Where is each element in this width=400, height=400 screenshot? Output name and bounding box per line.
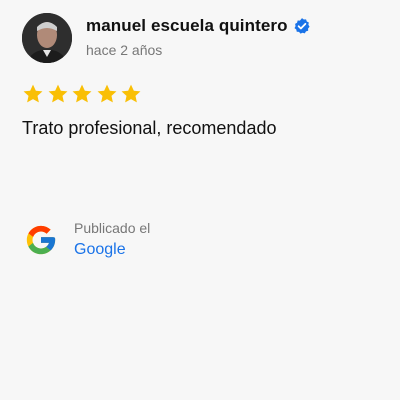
star-icon: [23, 84, 43, 103]
author-name[interactable]: manuel escuela quintero: [86, 16, 288, 36]
platform-link[interactable]: Google: [74, 241, 126, 259]
author-row: manuel escuela quintero: [86, 16, 311, 36]
star-rating: [22, 83, 145, 105]
review-card: manuel escuela quintero hace 2 años Trat…: [0, 0, 400, 400]
author-meta: manuel escuela quintero hace 2 años: [86, 16, 311, 58]
google-logo-icon: [26, 225, 56, 255]
source-meta: Publicado el Google: [74, 220, 150, 259]
verified-badge-icon: [293, 17, 311, 35]
star-icon: [72, 84, 92, 103]
avatar[interactable]: [22, 13, 72, 63]
review-source: Publicado el Google: [24, 220, 150, 259]
star-icon: [121, 84, 141, 103]
star-icon: [97, 84, 116, 103]
review-text: Trato profesional, recomendado: [22, 118, 277, 138]
review-header: manuel escuela quintero hace 2 años: [22, 13, 311, 63]
review-time: hace 2 años: [86, 42, 163, 58]
posted-on-label: Publicado el: [74, 220, 151, 236]
avatar-image: [22, 13, 72, 63]
star-icon: [48, 84, 67, 103]
